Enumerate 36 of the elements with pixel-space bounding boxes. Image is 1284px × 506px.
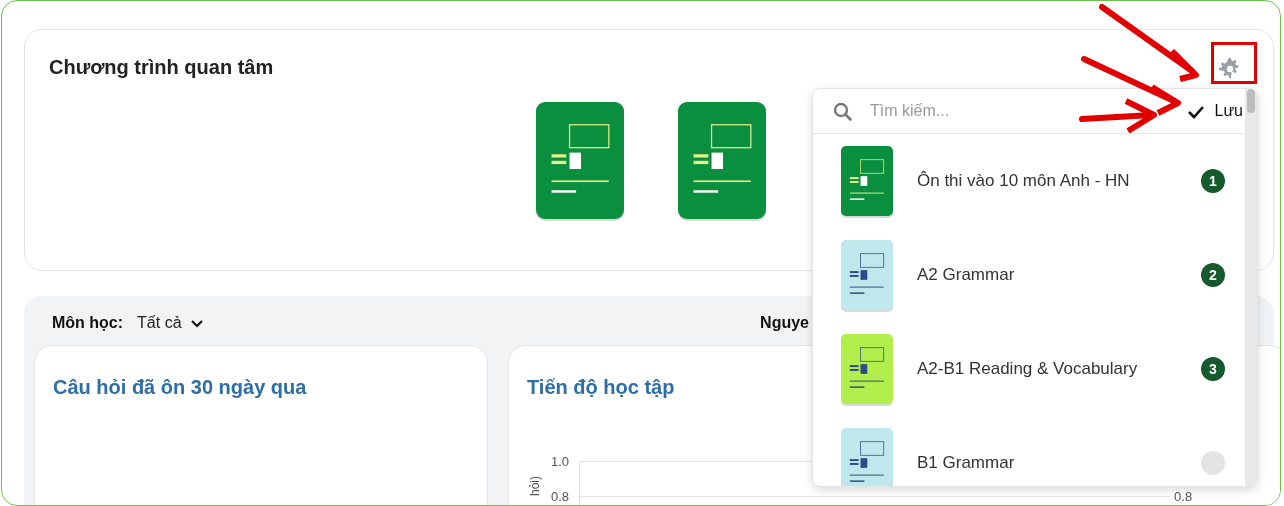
settings-icon xyxy=(1219,58,1241,80)
subject-dropdown[interactable]: Tất cả xyxy=(137,314,204,332)
card-title: Câu hỏi đã ôn 30 ngày qua xyxy=(53,376,307,399)
course-item[interactable]: A2-B1 Reading & Vocabulary 3 xyxy=(841,334,1245,404)
course-title: A2-B1 Reading & Vocabulary xyxy=(917,359,1139,379)
scrollbar[interactable] xyxy=(1245,89,1257,486)
course-cover[interactable] xyxy=(841,334,893,404)
chevron-down-icon xyxy=(189,318,204,328)
course-cover[interactable] xyxy=(536,102,624,219)
search-icon xyxy=(833,101,852,121)
highlight-box xyxy=(1211,42,1257,84)
unselected-marker[interactable] xyxy=(1201,451,1225,475)
course-title: A2 Grammar xyxy=(917,265,1016,285)
course-cover[interactable] xyxy=(678,102,766,219)
axis-tick: 1.0 xyxy=(551,455,570,468)
course-item[interactable]: Ôn thi vào 10 môn Anh - HN 1 xyxy=(841,146,1245,216)
section-title: Chương trình quan tâm xyxy=(49,56,274,79)
search-field[interactable]: Tìm kiếm... xyxy=(868,101,1072,121)
order-badge[interactable]: 1 xyxy=(1201,169,1225,193)
filter-label: Môn học: xyxy=(52,314,124,332)
course-cover[interactable] xyxy=(841,428,893,486)
axis-tick: 0.8 xyxy=(551,490,570,503)
user-name: Nguye xyxy=(760,314,809,332)
save-button[interactable]: Lưu xyxy=(1188,102,1243,120)
course-title: B1 Grammar xyxy=(917,453,1016,473)
axis-tick: 0.8 xyxy=(1174,490,1193,503)
course-cover[interactable] xyxy=(841,240,893,310)
course-cover[interactable] xyxy=(841,146,893,216)
card-title: Tiến độ học tập xyxy=(527,376,675,399)
course-item[interactable]: B1 Grammar xyxy=(841,428,1245,486)
order-badge[interactable]: 3 xyxy=(1201,357,1225,381)
scrollbar-thumb[interactable] xyxy=(1247,89,1255,113)
course-title: Ôn thi vào 10 môn Anh - HN xyxy=(917,171,1131,191)
course-item[interactable]: A2 Grammar 2 xyxy=(841,240,1245,310)
order-badge[interactable]: 2 xyxy=(1201,263,1225,287)
settings-button[interactable] xyxy=(1219,58,1241,80)
